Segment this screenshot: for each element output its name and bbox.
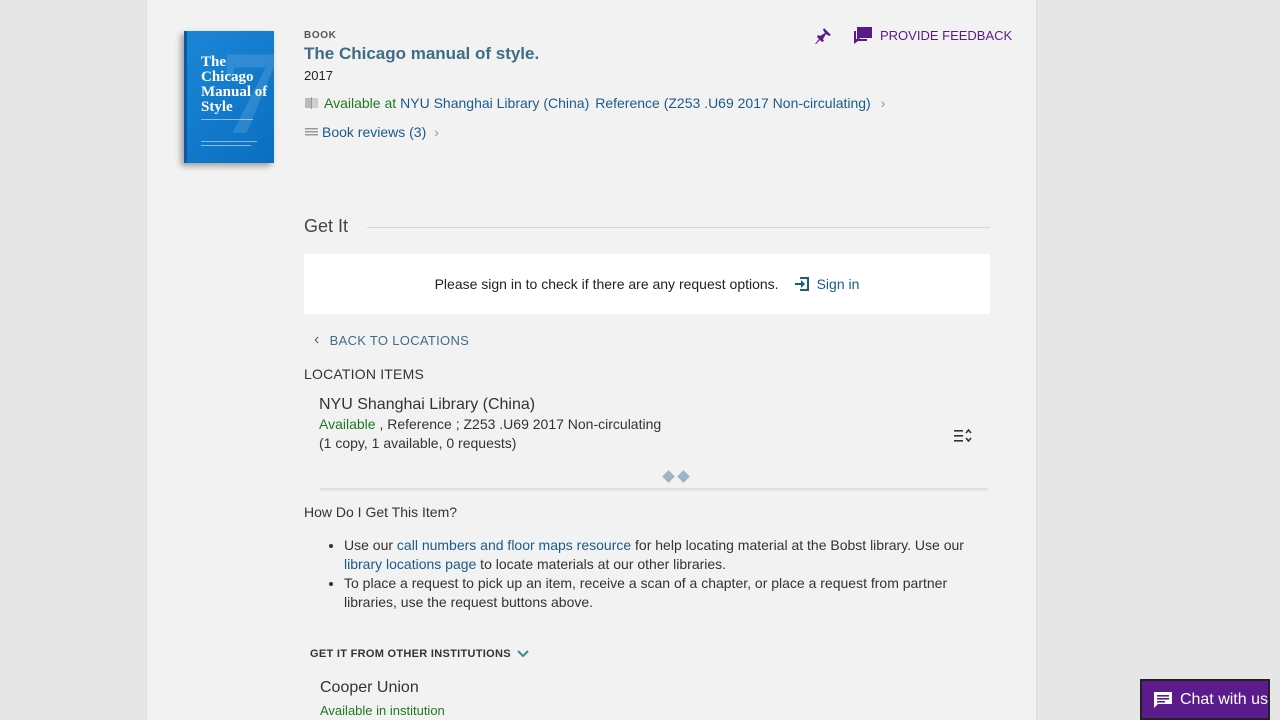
chat-button[interactable]: Chat with us — [1140, 679, 1270, 720]
sign-in-label: Sign in — [816, 276, 860, 292]
list-item: Use our call numbers and floor maps reso… — [344, 536, 984, 574]
cover-line — [201, 119, 253, 120]
location-items-heading: LOCATION ITEMS — [304, 366, 424, 382]
location-divider — [320, 488, 988, 490]
cover-line — [201, 145, 251, 146]
book-reviews-link[interactable]: Book reviews (3) › — [304, 124, 439, 140]
chevron-right-icon: › — [880, 95, 886, 111]
record-year: 2017 — [304, 68, 333, 83]
bullet-text: to locate materials at our other librari… — [476, 556, 727, 572]
feedback-icon — [854, 27, 872, 44]
chevron-down-icon — [517, 650, 529, 658]
book-reviews-label: Book reviews (3) — [322, 124, 427, 140]
record-title[interactable]: The Chicago manual of style. — [304, 44, 539, 64]
signin-notice: Please sign in to check if there are any… — [304, 254, 990, 314]
back-label: BACK TO LOCATIONS — [329, 332, 470, 348]
call-numbers-link[interactable]: call numbers and floor maps resource — [397, 537, 631, 553]
chevron-left-icon: ‹ — [314, 331, 320, 348]
provide-feedback-button[interactable]: PROVIDE FEEDBACK — [852, 25, 1012, 45]
availability-link[interactable]: Available at NYU Shanghai Library (China… — [304, 95, 885, 111]
get-it-heading: Get It — [304, 216, 349, 236]
other-institutions-toggle[interactable]: GET IT FROM OTHER INSTITUTIONS — [310, 648, 529, 660]
resource-type-label: BOOK — [304, 30, 337, 41]
cover-line — [201, 141, 257, 142]
section-divider — [367, 227, 990, 228]
chat-icon — [1153, 691, 1172, 708]
location-name: NYU Shanghai Library (China) — [319, 396, 536, 413]
book-location-icon — [305, 97, 318, 109]
chevron-right-icon: › — [434, 124, 439, 140]
location-detail: , Reference ; Z253 .U69 2017 Non-circula… — [375, 416, 662, 432]
loading-indicator — [662, 470, 690, 483]
list-icon — [305, 128, 318, 136]
feedback-label: PROVIDE FEEDBACK — [880, 27, 1013, 43]
location-status-line: Available , Reference ; Z253 .U69 2017 N… — [319, 416, 661, 432]
diamond-icon — [662, 470, 675, 483]
chat-label: Chat with us — [1179, 690, 1268, 708]
availability-location: NYU Shanghai Library (China) — [400, 95, 590, 111]
cover-title: The Chicago Manual of Style — [201, 54, 268, 115]
availability-status: Available at — [324, 95, 397, 111]
filter-items-button[interactable] — [953, 427, 973, 450]
institution-name[interactable]: Cooper Union — [320, 679, 419, 697]
location-status: Available — [319, 416, 376, 432]
how-to-list: Use our call numbers and floor maps reso… — [304, 536, 984, 612]
availability-detail: Reference (Z253 .U69 2017 Non-circulatin… — [595, 95, 871, 111]
pushpin-icon — [815, 28, 831, 44]
institution-status: Available in institution — [320, 703, 445, 718]
signin-prompt: Please sign in to check if there are any… — [434, 276, 779, 292]
library-locations-link[interactable]: library locations page — [344, 556, 476, 572]
location-copies: (1 copy, 1 available, 0 requests) — [319, 435, 517, 451]
pin-button[interactable] — [814, 27, 832, 50]
sign-in-icon — [794, 277, 809, 291]
diamond-icon — [677, 470, 690, 483]
back-to-locations-button[interactable]: ‹ BACK TO LOCATIONS — [314, 331, 469, 349]
how-to-heading: How Do I Get This Item? — [304, 504, 458, 520]
filter-list-icon — [954, 428, 972, 443]
bullet-text: for help locating material at the Bobst … — [631, 537, 964, 553]
other-institutions-label: GET IT FROM OTHER INSTITUTIONS — [310, 648, 511, 660]
book-cover-thumbnail[interactable]: 7 The Chicago Manual of Style — [184, 31, 274, 163]
list-item: To place a request to pick up an item, r… — [344, 574, 984, 612]
bullet-text: Use our — [344, 537, 397, 553]
sign-in-button[interactable]: Sign in — [793, 275, 860, 293]
